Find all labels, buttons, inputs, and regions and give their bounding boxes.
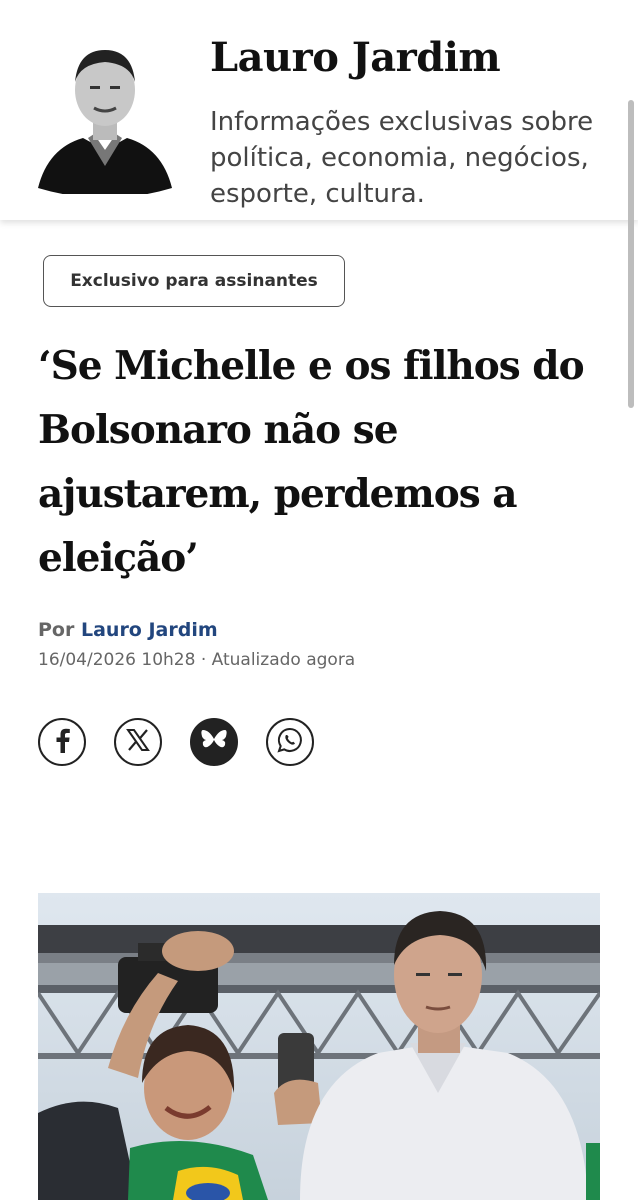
column-title[interactable]: Lauro Jardim [210, 34, 501, 81]
facebook-icon [51, 727, 73, 757]
column-description: Informações exclusivas sobre política, e… [210, 107, 594, 209]
subscriber-exclusive-badge: Exclusivo para assinantes [43, 255, 345, 307]
share-x-button[interactable] [114, 718, 162, 766]
byline: Por Lauro Jardim [38, 619, 218, 641]
share-facebook-button[interactable] [38, 718, 86, 766]
whatsapp-icon [276, 726, 304, 758]
bluesky-icon [200, 728, 228, 756]
share-bluesky-button[interactable] [190, 718, 238, 766]
publish-date: 16/04/2026 10h28 · Atualizado agora [38, 650, 356, 670]
article-photo[interactable] [38, 893, 600, 1200]
share-whatsapp-button[interactable] [266, 718, 314, 766]
article-headline: ‘Se Michelle e os filhos do Bolsonaro nã… [38, 343, 585, 581]
scrollbar[interactable] [628, 100, 634, 408]
x-icon [126, 728, 150, 756]
columnist-avatar[interactable] [38, 38, 172, 198]
column-header: Lauro Jardim Informações exclusivas sobr… [0, 0, 638, 220]
byline-prefix: Por [38, 619, 75, 641]
author-link[interactable]: Lauro Jardim [81, 619, 218, 641]
